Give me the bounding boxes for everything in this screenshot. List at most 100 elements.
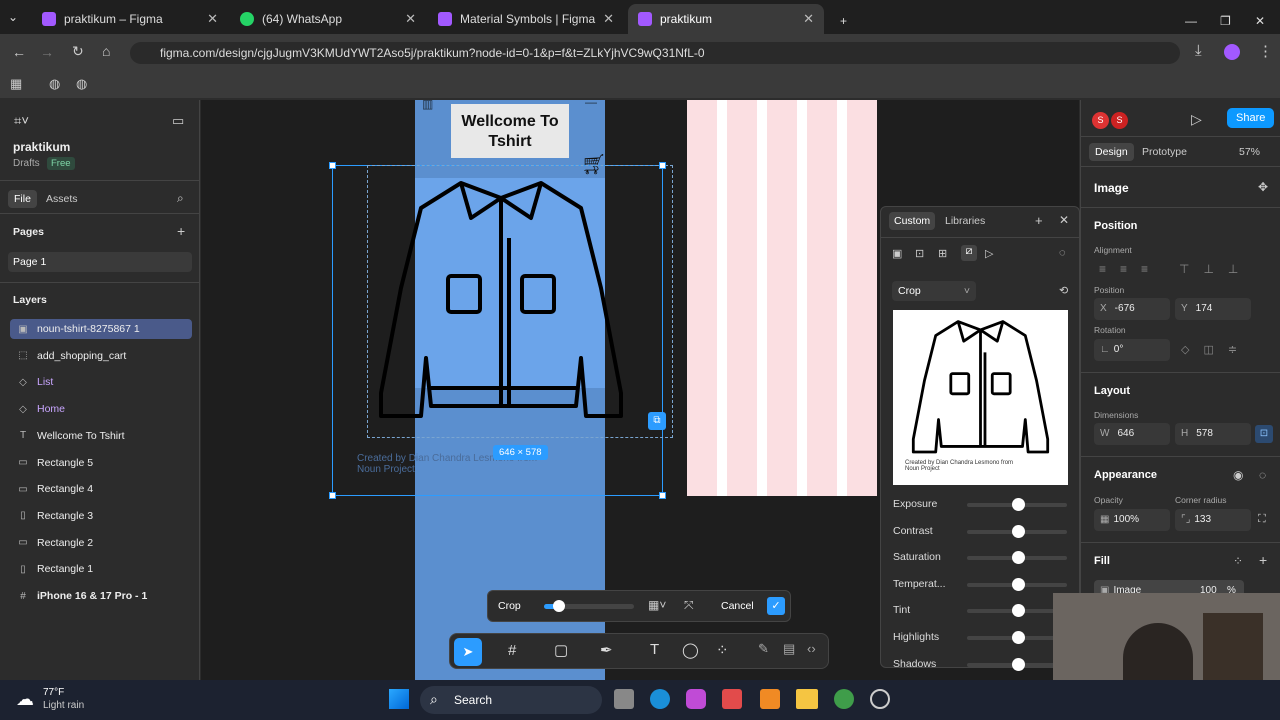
alignment-icons[interactable]: ≡≡≡ [1099, 262, 1162, 276]
close-icon[interactable]: ✕ [603, 11, 614, 27]
fill-mode-select[interactable]: Crop ˅ [892, 281, 976, 301]
back-icon[interactable]: ← [12, 44, 26, 60]
tab-file[interactable]: File [8, 190, 37, 208]
forward-icon[interactable]: → [40, 44, 54, 60]
tab-assets[interactable]: Assets [46, 193, 78, 205]
close-icon[interactable]: ✕ [405, 11, 416, 27]
layer-item[interactable]: ⬚ add_shopping_cart [10, 346, 192, 366]
rotate-icon[interactable]: ⟲ [1059, 284, 1068, 297]
constrain-proportions-icon[interactable]: ⊡ [1255, 425, 1273, 443]
rectangle-tool-icon[interactable]: ▢ [554, 641, 568, 659]
share-button[interactable]: Share [1227, 108, 1275, 128]
component-icon[interactable]: ✥ [1258, 180, 1268, 194]
adjustment-slider[interactable] [967, 577, 1067, 591]
crop-image-icon[interactable]: ⧄ [961, 245, 977, 261]
add-fill-icon[interactable]: + [1259, 552, 1267, 568]
store-icon[interactable] [722, 689, 742, 709]
layer-item[interactable]: ▯ Rectangle 1 [10, 559, 192, 579]
width-field[interactable]: W 646 [1094, 423, 1170, 445]
move-tool-icon[interactable]: ➤ [454, 638, 482, 666]
fill-image-icon[interactable]: ▣ [892, 247, 902, 260]
x-field[interactable]: X -676 [1094, 298, 1170, 320]
file-location[interactable]: Drafts [13, 158, 40, 169]
individual-corners-icon[interactable]: ⛶ [1258, 513, 1266, 526]
resize-handle[interactable] [329, 492, 336, 499]
y-field[interactable]: Y 174 [1175, 298, 1251, 320]
temperature[interactable]: 77°F [43, 687, 64, 698]
opacity-field[interactable]: ▦ 100% [1094, 509, 1170, 531]
url-bar[interactable]: figma.com/design/cjgJugmV3KMUdYWT2Aso5j/… [130, 42, 1180, 64]
welcome-title[interactable]: Wellcome To Tshirt [451, 104, 569, 158]
rotation-field[interactable]: ∟ 0° [1094, 339, 1170, 361]
file-name[interactable]: praktikum [13, 140, 70, 154]
add-icon[interactable]: + [1035, 213, 1043, 228]
close-icon[interactable]: ✕ [803, 11, 814, 27]
maximize-button[interactable]: ❐ [1210, 6, 1241, 36]
profile-icon[interactable] [1224, 44, 1240, 60]
actions-tool-icon[interactable]: ⁘ [716, 641, 729, 659]
task-view-icon[interactable] [614, 689, 634, 709]
flip-icons[interactable]: ◇◫≑ [1181, 343, 1251, 356]
resize-handle[interactable] [659, 162, 666, 169]
adjustment-slider[interactable] [967, 631, 1067, 644]
zoom-level[interactable]: 57% [1239, 146, 1260, 158]
adjustment-slider[interactable] [967, 657, 1067, 671]
height-field[interactable]: H 578 [1175, 423, 1251, 445]
adjustment-slider[interactable] [967, 604, 1067, 618]
taskbar-search[interactable]: ⌕ Search [420, 686, 602, 714]
corner-radius-field[interactable]: ⌜⌟ 133 [1175, 509, 1251, 531]
sidebar-toggle-icon[interactable]: ▭ [172, 113, 184, 129]
copilot-icon[interactable] [686, 689, 706, 709]
tab-list-button[interactable]: ⌄ [8, 8, 28, 26]
download-icon[interactable]: ⤓ [1195, 42, 1202, 59]
start-icon[interactable] [389, 689, 409, 709]
tab-custom[interactable]: Custom [889, 212, 936, 230]
new-tab-button[interactable]: + [830, 6, 857, 36]
striped-frame[interactable] [687, 100, 877, 496]
adjustment-slider[interactable] [967, 524, 1067, 538]
slider-knob[interactable] [1012, 524, 1025, 538]
tab-praktikum[interactable]: praktikum ✕ [628, 4, 824, 34]
fit-image-icon[interactable]: ⊡ [915, 247, 924, 260]
tab-design[interactable]: Design [1089, 143, 1134, 161]
page-item[interactable]: Page 1 [8, 252, 192, 272]
window-close-button[interactable]: ✕ [1245, 6, 1275, 36]
reload-icon[interactable]: ↻ [72, 43, 84, 60]
resize-handle[interactable] [329, 162, 336, 169]
slider-knob[interactable] [1012, 604, 1025, 618]
minimize-button[interactable]: — [1175, 6, 1207, 36]
adjustment-slider[interactable] [967, 498, 1067, 511]
layer-item[interactable]: ▭ Rectangle 5 [10, 453, 192, 473]
settings-icon[interactable] [870, 689, 890, 709]
slider-knob[interactable] [1012, 657, 1025, 671]
avatar[interactable]: S [1092, 112, 1109, 129]
comment-tool-icon[interactable]: ◯ [682, 641, 699, 659]
zoom-slider[interactable] [544, 600, 634, 612]
apps-icon[interactable]: ▦ [10, 76, 22, 92]
figma-menu-icon[interactable]: ⌗˅ [14, 113, 29, 129]
chrome-icon[interactable] [834, 689, 854, 709]
cancel-button[interactable]: Cancel [721, 600, 754, 612]
fit-icon[interactable]: ⤧ [684, 598, 694, 613]
layer-item[interactable]: ◇ Home [10, 399, 192, 419]
tab-libraries[interactable]: Libraries [945, 215, 985, 227]
code-icon[interactable]: ‹› [807, 641, 816, 656]
add-page-icon[interactable]: + [177, 223, 185, 239]
drop-icon[interactable]: ◌ [1059, 247, 1066, 259]
edge-icon[interactable] [650, 689, 670, 709]
confirm-crop-button[interactable]: ✓ [767, 597, 785, 615]
drop-icon[interactable]: ◌ [1259, 468, 1266, 482]
pen-tool-icon[interactable]: ✒ [600, 641, 613, 659]
weather-icon[interactable]: ☁ [16, 689, 34, 710]
layer-item[interactable]: ▣ noun-tshirt-8275867 1 [10, 319, 192, 339]
layer-item[interactable]: ▭ Rectangle 4 [10, 479, 192, 499]
slider-knob[interactable] [1012, 577, 1025, 591]
xampp-icon[interactable] [760, 689, 780, 709]
adjustment-slider[interactable] [967, 551, 1067, 565]
layer-item[interactable]: T Wellcome To Tshirt [10, 426, 192, 446]
tab-material-symbols[interactable]: Material Symbols | Figma ✕ [428, 4, 624, 34]
dev-mode-icon[interactable]: ▤ [783, 641, 795, 657]
layer-item[interactable]: ◇ List [10, 372, 192, 392]
image-edit-icon[interactable]: ⧉ [648, 412, 666, 430]
text-tool-icon[interactable]: T [650, 641, 659, 658]
